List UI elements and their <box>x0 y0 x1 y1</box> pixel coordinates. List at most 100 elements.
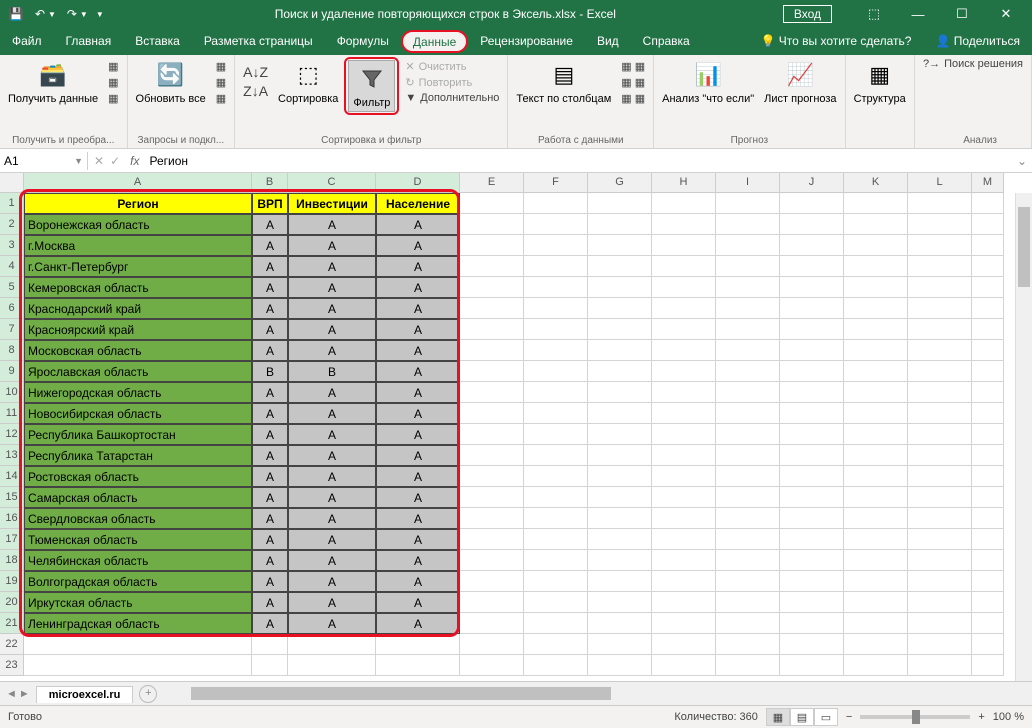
cell[interactable] <box>908 214 972 235</box>
tab-help[interactable]: Справка <box>631 28 702 55</box>
cell[interactable] <box>652 340 716 361</box>
cell[interactable] <box>844 277 908 298</box>
cell[interactable]: A <box>288 256 376 277</box>
cell[interactable] <box>588 445 652 466</box>
remove-dup-icon[interactable]: ▦ ▦ <box>617 75 649 90</box>
cell[interactable] <box>652 592 716 613</box>
cell[interactable] <box>908 424 972 445</box>
col-header-D[interactable]: D <box>376 173 460 193</box>
maximize-icon[interactable]: ☐ <box>940 0 984 28</box>
row-header-14[interactable]: 14 <box>0 466 24 487</box>
sheet-tab[interactable]: microexcel.ru <box>36 686 134 703</box>
cell[interactable] <box>716 592 780 613</box>
cell[interactable] <box>524 403 588 424</box>
cell[interactable] <box>524 340 588 361</box>
cell[interactable]: A <box>252 214 288 235</box>
col-header-K[interactable]: K <box>844 173 908 193</box>
cell[interactable]: A <box>376 214 460 235</box>
cell[interactable]: A <box>288 529 376 550</box>
cell[interactable] <box>908 256 972 277</box>
col-header-G[interactable]: G <box>588 173 652 193</box>
cell[interactable]: A <box>376 445 460 466</box>
fx-icon[interactable]: fx <box>126 154 143 168</box>
cell[interactable] <box>460 298 524 319</box>
cell[interactable]: A <box>376 550 460 571</box>
cell[interactable] <box>972 319 1004 340</box>
cell[interactable]: Ярославская область <box>24 361 252 382</box>
cell[interactable] <box>652 214 716 235</box>
cell[interactable]: Челябинская область <box>24 550 252 571</box>
cell[interactable] <box>780 592 844 613</box>
col-header-E[interactable]: E <box>460 173 524 193</box>
cell[interactable]: A <box>252 466 288 487</box>
cell[interactable]: A <box>288 214 376 235</box>
cell[interactable] <box>652 529 716 550</box>
sort-button[interactable]: ⬚ Сортировка <box>274 57 342 107</box>
cell[interactable] <box>460 193 524 214</box>
cell[interactable] <box>972 382 1004 403</box>
cell[interactable] <box>780 529 844 550</box>
cell[interactable]: A <box>288 235 376 256</box>
cell[interactable] <box>844 403 908 424</box>
cell[interactable] <box>716 445 780 466</box>
cell[interactable] <box>780 382 844 403</box>
cell[interactable] <box>652 361 716 382</box>
properties-icon[interactable]: ▦ <box>212 75 230 90</box>
row-header-10[interactable]: 10 <box>0 382 24 403</box>
cell[interactable] <box>780 550 844 571</box>
cell[interactable] <box>460 571 524 592</box>
cell[interactable] <box>716 214 780 235</box>
cell[interactable] <box>652 571 716 592</box>
cell[interactable] <box>460 256 524 277</box>
filter-button[interactable]: Фильтр <box>348 60 395 112</box>
zoom-thumb[interactable] <box>912 710 920 724</box>
formula-input[interactable] <box>143 152 1012 170</box>
col-header-A[interactable]: A <box>24 173 252 193</box>
cell[interactable]: A <box>376 235 460 256</box>
cell[interactable] <box>780 298 844 319</box>
cell[interactable] <box>460 445 524 466</box>
tab-data[interactable]: Данные <box>401 30 468 53</box>
zoom-out-button[interactable]: − <box>846 711 852 723</box>
cell[interactable] <box>780 655 844 676</box>
sort-az-icon[interactable]: A↓Z <box>239 63 272 81</box>
cell[interactable]: A <box>376 571 460 592</box>
cell[interactable] <box>716 340 780 361</box>
qat-customize-icon[interactable]: ▼ <box>96 10 104 19</box>
cell[interactable] <box>844 529 908 550</box>
cell[interactable] <box>972 361 1004 382</box>
cell[interactable] <box>844 361 908 382</box>
cell[interactable] <box>908 193 972 214</box>
outline-button[interactable]: ▦ Структура <box>850 57 910 107</box>
hscroll-thumb[interactable] <box>191 687 611 700</box>
cell[interactable] <box>972 634 1004 655</box>
cell[interactable] <box>972 529 1004 550</box>
cell[interactable] <box>908 235 972 256</box>
cell[interactable] <box>524 529 588 550</box>
data-val-icon[interactable]: ▦ ▦ <box>617 91 649 106</box>
cell[interactable] <box>460 613 524 634</box>
cell[interactable] <box>588 508 652 529</box>
cell[interactable] <box>588 466 652 487</box>
cell[interactable]: Население <box>376 193 460 214</box>
row-header-18[interactable]: 18 <box>0 550 24 571</box>
cell[interactable] <box>524 655 588 676</box>
cell[interactable] <box>908 445 972 466</box>
cell[interactable] <box>780 193 844 214</box>
row-header-8[interactable]: 8 <box>0 340 24 361</box>
cell[interactable]: Тюменская область <box>24 529 252 550</box>
row-header-17[interactable]: 17 <box>0 529 24 550</box>
cell[interactable] <box>252 655 288 676</box>
cell[interactable]: A <box>288 382 376 403</box>
cell[interactable] <box>252 634 288 655</box>
cell[interactable] <box>844 466 908 487</box>
cell[interactable] <box>972 466 1004 487</box>
cell[interactable]: A <box>288 613 376 634</box>
cell[interactable] <box>780 571 844 592</box>
cell[interactable] <box>460 529 524 550</box>
cell[interactable] <box>908 592 972 613</box>
cell[interactable] <box>652 445 716 466</box>
cell[interactable] <box>972 403 1004 424</box>
cell[interactable] <box>780 613 844 634</box>
cell[interactable]: A <box>252 298 288 319</box>
